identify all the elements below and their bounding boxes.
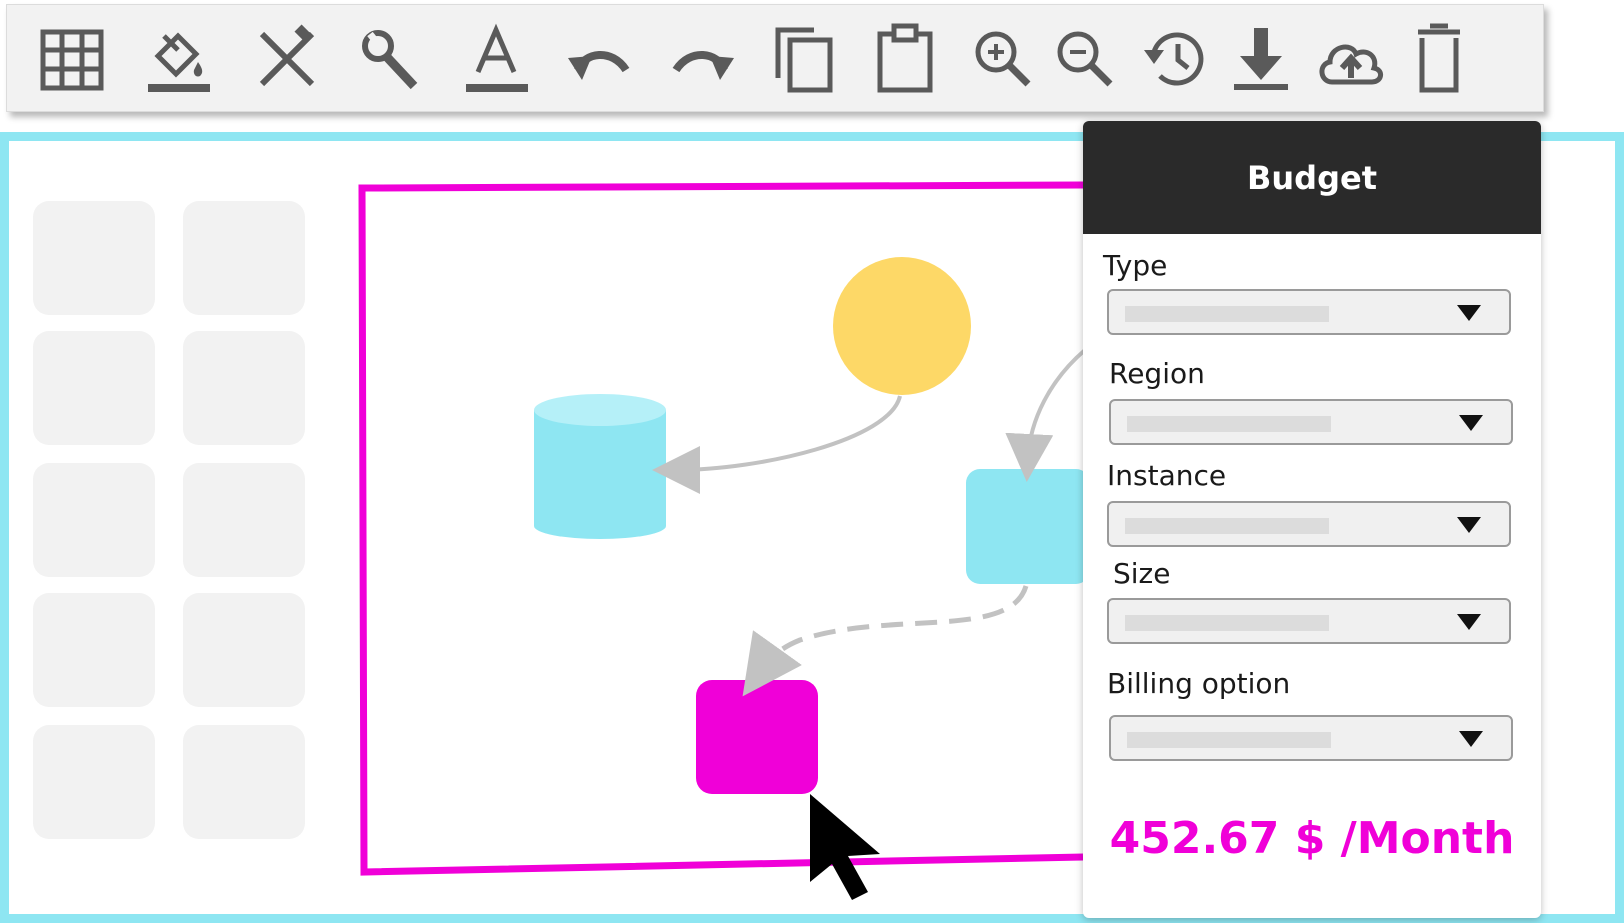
select-value-placeholder [1127,732,1331,748]
chevron-down-icon [1457,305,1481,321]
chevron-down-icon [1459,415,1483,431]
mouse-cursor-icon [810,794,880,900]
chevron-down-icon [1459,731,1483,747]
size-select[interactable] [1107,598,1511,644]
panel-title: Budget [1247,158,1377,197]
type-select[interactable] [1107,289,1511,335]
database-shape[interactable] [534,394,666,539]
connector-arrow[interactable] [652,395,902,494]
budget-panel: Budget Type Region Instance Size Billing… [1083,121,1541,918]
chevron-down-icon [1457,517,1481,533]
region-label: Region [1109,357,1205,390]
select-value-placeholder [1125,615,1329,631]
connector-arrow-dashed[interactable] [742,585,1029,697]
billing-option-select[interactable] [1109,715,1513,761]
select-value-placeholder [1125,518,1329,534]
billing-option-label: Billing option [1107,667,1291,700]
select-value-placeholder [1125,306,1329,322]
instance-select[interactable] [1107,501,1511,547]
size-label: Size [1113,557,1171,590]
select-value-placeholder [1127,416,1331,432]
connector-arrow[interactable] [1005,348,1087,482]
rectangle-shape-blue[interactable] [966,469,1090,584]
panel-header: Budget [1083,121,1541,234]
instance-label: Instance [1107,459,1227,492]
type-label: Type [1103,249,1168,282]
monthly-price: 452.67 $ /Month [1109,813,1515,864]
rectangle-shape-magenta[interactable] [696,680,818,794]
circle-shape[interactable] [833,257,971,395]
chevron-down-icon [1457,614,1481,630]
region-select[interactable] [1109,399,1513,445]
